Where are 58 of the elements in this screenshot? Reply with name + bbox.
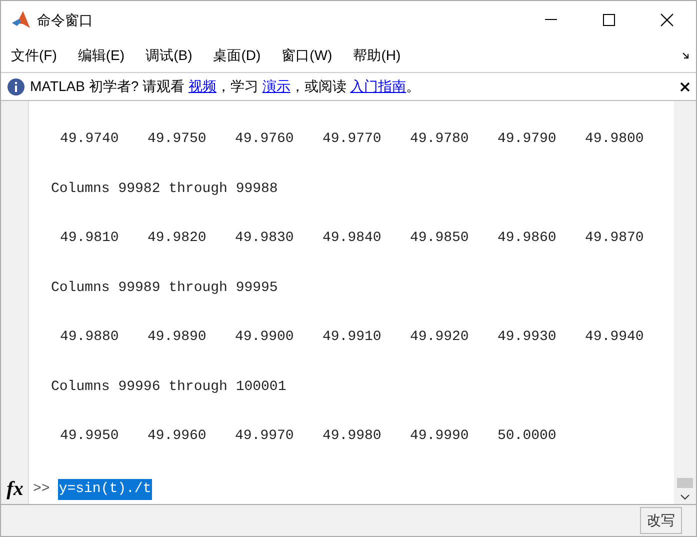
menu-item[interactable]: 帮助(H) [353,45,401,66]
output-value: 49.9840 [322,229,382,248]
output-value: 49.9870 [585,229,645,248]
close-icon[interactable] [680,82,690,92]
info-text: ，或阅读 [290,78,348,94]
output-value: 50.0000 [498,427,558,446]
info-text: 。 [406,78,420,94]
output-value: 49.9970 [235,427,295,446]
guide-link[interactable]: 入门指南 [350,78,406,94]
output-value: 49.9750 [148,130,208,149]
info-text: MATLAB 初学者? 请观看 [30,78,186,94]
close-icon [660,13,674,27]
output-text: Columns 99982 through 99988 [51,180,278,197]
info-text: ，学习 [216,78,260,94]
output-value: 49.9890 [148,328,208,348]
menu-item[interactable]: 窗口(W) [282,45,332,66]
output-value: 49.9950 [60,427,120,446]
undock-arrow-icon[interactable] [682,52,690,60]
output-text: Columns 99996 through 100001 [51,378,286,395]
output-text: Columns 99989 through 99995 [51,280,278,296]
menu-item[interactable]: 编辑(E) [78,45,125,66]
output-value: 49.9810 [60,229,120,248]
minimize-icon [545,19,557,21]
output-value: 49.9780 [410,130,470,149]
output-value: 49.9960 [148,427,208,446]
output-value: 49.9980 [322,427,382,446]
command-prompt: >> [33,480,50,499]
window-title: 命令窗口 [37,10,93,30]
scroll-down-icon[interactable] [680,494,690,500]
output-value: 49.9940 [585,328,645,348]
output-value: 49.9770 [322,130,382,149]
output-value: 49.9920 [410,328,470,348]
output-value: 49.9800 [585,130,645,149]
output-value: 49.9820 [148,229,208,248]
output-value: 49.9860 [498,229,558,248]
status-mode: 改写 [640,507,682,534]
output-value: 49.9830 [235,229,295,248]
scrollbar-thumb[interactable] [677,478,693,488]
output-value: 49.9930 [498,328,558,348]
output-value: 49.9880 [60,328,120,348]
command-input[interactable]: y=sin(t)./t [58,478,152,500]
matlab-logo-icon [11,10,31,30]
output-value: 49.9990 [410,427,470,446]
output-value: 49.9850 [410,229,470,248]
output-value: 49.9790 [498,130,558,149]
menu-item[interactable]: 桌面(D) [213,45,261,66]
function-icon[interactable]: fx [1,474,29,504]
info-icon [7,78,25,96]
demo-link[interactable]: 演示 [262,78,290,94]
output-value: 49.9740 [60,130,120,149]
menu-item[interactable]: 文件(F) [11,45,57,66]
output-value: 49.9760 [235,130,295,149]
video-link[interactable]: 视频 [188,78,216,94]
maximize-icon [603,14,615,26]
scrollbar[interactable] [674,101,696,504]
menu-item[interactable]: 调试(B) [146,45,192,66]
output-value: 49.9900 [235,328,295,348]
output-value: 49.9910 [322,328,382,348]
